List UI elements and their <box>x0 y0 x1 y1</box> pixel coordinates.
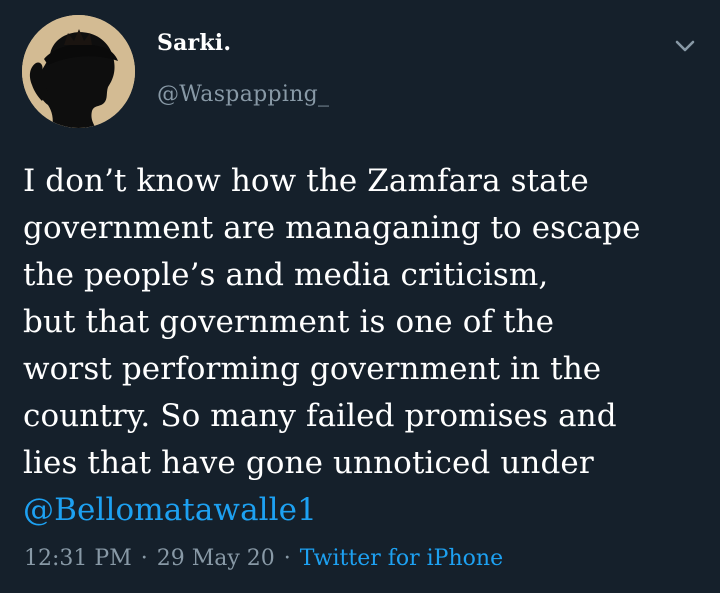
tweet-time[interactable]: 12:31 PM <box>24 546 132 571</box>
tweet-text: I don’t know how the Zamfara state gover… <box>23 158 703 534</box>
tweet-text-line: worst performing government in the <box>23 351 602 387</box>
chevron-down-icon <box>675 40 695 52</box>
tweet-text-line: I don’t know how the Zamfara state <box>23 163 589 199</box>
avatar[interactable] <box>22 15 135 128</box>
tweet-text-line: government are managaning to escape <box>23 210 641 246</box>
tweet: Sarki. @Waspapping_ I don’t know how the… <box>0 0 720 593</box>
tweet-menu-button[interactable] <box>670 34 700 58</box>
profile-silhouette-icon <box>22 15 135 128</box>
mention-link[interactable]: @Bellomatawalle1 <box>23 487 703 534</box>
user-handle[interactable]: @Waspapping_ <box>157 82 329 107</box>
tweet-metadata: 12:31 PM · 29 May 20 · Twitter for iPhone <box>24 546 503 571</box>
display-name[interactable]: Sarki. <box>157 30 231 56</box>
tweet-text-line: but that government is one of the <box>23 304 555 340</box>
tweet-text-line: country. So many failed promises and <box>23 398 617 434</box>
separator: · <box>140 546 148 571</box>
tweet-date[interactable]: 29 May 20 <box>157 546 275 571</box>
tweet-text-line: lies that have gone unnoticed under <box>23 445 594 481</box>
separator: · <box>283 546 291 571</box>
tweet-source-link[interactable]: Twitter for iPhone <box>300 546 503 571</box>
tweet-text-line: the people’s and media criticism, <box>23 257 549 293</box>
